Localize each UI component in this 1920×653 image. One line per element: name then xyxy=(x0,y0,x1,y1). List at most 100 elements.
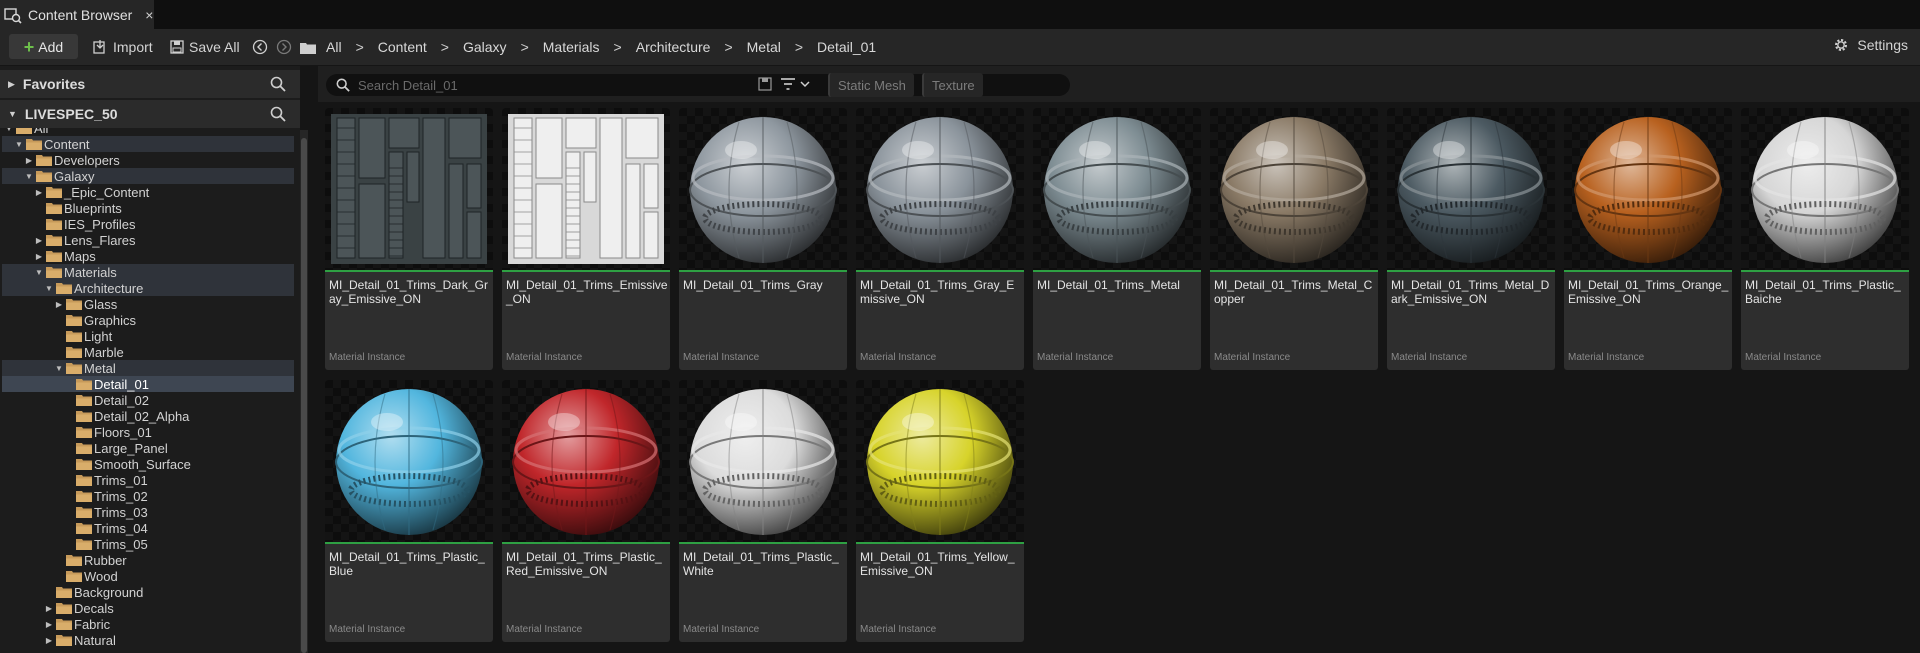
asset-tile[interactable]: MI_Detail_01_Trims_Dark_Gray_Emissive_ON… xyxy=(325,108,493,370)
asset-type-color-bar xyxy=(1033,270,1201,272)
save-search-icon[interactable] xyxy=(758,77,772,91)
tree-item-wood[interactable]: Wood xyxy=(2,568,294,584)
tree-item-decals[interactable]: ▶ Decals xyxy=(2,600,294,616)
close-icon[interactable]: × xyxy=(145,7,153,23)
tree-item-background[interactable]: Background xyxy=(2,584,294,600)
asset-tile[interactable]: MI_Detail_01_Trims_Emissive_ON Material I… xyxy=(502,108,670,370)
chevron-right-icon[interactable]: ▶ xyxy=(34,236,44,245)
tree-item-natural[interactable]: ▶ Natural xyxy=(2,632,294,648)
tree-item-trims-01[interactable]: Trims_01 xyxy=(2,472,294,488)
save-all-button[interactable]: Save All xyxy=(170,37,240,57)
tree-scrollbar-thumb[interactable] xyxy=(301,138,307,653)
import-button[interactable]: Import xyxy=(92,37,153,57)
chevron-right-icon[interactable]: > xyxy=(614,39,622,55)
asset-tile[interactable]: MI_Detail_01_Trims_Orange_Emissive_ON Mat… xyxy=(1564,108,1732,370)
search-icon[interactable] xyxy=(270,76,286,92)
chevron-right-icon[interactable]: > xyxy=(441,39,449,55)
search-icon[interactable] xyxy=(270,106,286,122)
asset-type-label: Material Instance xyxy=(329,624,406,635)
breadcrumb-item-materials[interactable]: Materials xyxy=(543,39,600,55)
chevron-right-icon[interactable]: > xyxy=(521,39,529,55)
breadcrumb-item-architecture[interactable]: Architecture xyxy=(636,39,711,55)
tree-item-rubber[interactable]: Rubber xyxy=(2,552,294,568)
asset-tile[interactable]: MI_Detail_01_Trims_Metal_Copper Material … xyxy=(1210,108,1378,370)
chevron-right-icon[interactable]: ▶ xyxy=(44,636,54,645)
tree-item-epic-content[interactable]: ▶ _Epic_Content xyxy=(2,184,294,200)
asset-name: MI_Detail_01_Trims_Metal xyxy=(1037,278,1180,292)
chevron-right-icon[interactable]: ▶ xyxy=(34,252,44,261)
chevron-down-icon[interactable]: ▼ xyxy=(34,268,44,277)
tree-item-materials[interactable]: ▼ Materials xyxy=(2,264,294,280)
asset-tile[interactable]: MI_Detail_01_Trims_Plastic_Red_Emissive_… xyxy=(502,380,670,642)
tree-item-light[interactable]: Light xyxy=(2,328,294,344)
asset-tile[interactable]: MI_Detail_01_Trims_Plastic_Blue Material … xyxy=(325,380,493,642)
breadcrumb-item-content[interactable]: Content xyxy=(378,39,427,55)
folder-icon xyxy=(56,634,74,646)
tree-item-graphics[interactable]: Graphics xyxy=(2,312,294,328)
forward-icon[interactable] xyxy=(276,39,292,55)
asset-tile[interactable]: MI_Detail_01_Trims_Metal_Dark_Emissive_O… xyxy=(1387,108,1555,370)
tree-item-trims-04[interactable]: Trims_04 xyxy=(2,520,294,536)
tree-item-trims-02[interactable]: Trims_02 xyxy=(2,488,294,504)
chevron-right-icon[interactable]: ▶ xyxy=(24,156,34,165)
tree-item-trims-05[interactable]: Trims_05 xyxy=(2,536,294,552)
tree-item-label: Trims_02 xyxy=(94,488,148,504)
chevron-right-icon[interactable]: ▶ xyxy=(34,188,44,197)
breadcrumb-item-all[interactable]: All xyxy=(326,39,342,55)
chevron-down-icon[interactable]: ▼ xyxy=(44,284,54,293)
asset-tile[interactable]: MI_Detail_01_Trims_Plastic_Baiche Materia… xyxy=(1741,108,1909,370)
chevron-down-icon[interactable]: ▼ xyxy=(54,364,64,373)
asset-tile[interactable]: MI_Detail_01_Trims_Gray_Emissive_ON Mater… xyxy=(856,108,1024,370)
chevron-down-icon[interactable]: ▼ xyxy=(24,172,34,181)
settings-button[interactable]: Settings xyxy=(1833,37,1908,53)
chevron-down-icon[interactable]: ▼ xyxy=(14,140,24,149)
tree-item-blueprints[interactable]: Blueprints xyxy=(2,200,294,216)
tree-item-ies-profiles[interactable]: IES_Profiles xyxy=(2,216,294,232)
folder-icon xyxy=(36,154,54,166)
tree-item-architecture[interactable]: ▼ Architecture xyxy=(2,280,294,296)
chevron-right-icon[interactable]: > xyxy=(724,39,732,55)
add-button[interactable]: + Add xyxy=(9,34,78,59)
folder-icon xyxy=(46,202,64,214)
chevron-down-icon[interactable] xyxy=(800,77,810,91)
tree-item-marble[interactable]: Marble xyxy=(2,344,294,360)
tree-item-galaxy[interactable]: ▼ Galaxy xyxy=(2,168,294,184)
favorites-header[interactable]: ▶ Favorites xyxy=(0,70,300,98)
chevron-right-icon[interactable]: > xyxy=(795,39,803,55)
tree-item-metal[interactable]: ▼ Metal xyxy=(2,360,294,376)
tree-item-label: Trims_04 xyxy=(94,520,148,536)
tree-item-smooth-surface[interactable]: Smooth_Surface xyxy=(2,456,294,472)
tree-item-fabric[interactable]: ▶ Fabric xyxy=(2,616,294,632)
chevron-right-icon[interactable]: ▶ xyxy=(54,300,64,309)
tree-item-detail-01[interactable]: Detail_01 xyxy=(2,376,294,392)
breadcrumb-item-galaxy[interactable]: Galaxy xyxy=(463,39,507,55)
filter-chip-static-mesh[interactable]: Static Mesh xyxy=(828,73,914,97)
material-sphere-thumbnail xyxy=(1387,108,1555,270)
tree-item-glass[interactable]: ▶ Glass xyxy=(2,296,294,312)
tree-item-lens-flares[interactable]: ▶ Lens_Flares xyxy=(2,232,294,248)
tree-item-trims-03[interactable]: Trims_03 xyxy=(2,504,294,520)
chevron-right-icon[interactable]: ▶ xyxy=(44,620,54,629)
tree-item-developers[interactable]: ▶ Developers xyxy=(2,152,294,168)
tab-content-browser[interactable]: Content Browser × xyxy=(0,0,154,29)
project-header[interactable]: ▼ LIVESPEC_50 xyxy=(0,100,300,128)
chevron-right-icon[interactable]: ▶ xyxy=(44,604,54,613)
asset-tile[interactable]: MI_Detail_01_Trims_Yellow_Emissive_ON Mat… xyxy=(856,380,1024,642)
chevron-right-icon[interactable]: > xyxy=(356,39,364,55)
filter-chip-texture[interactable]: Texture xyxy=(922,73,983,97)
asset-tile[interactable]: MI_Detail_01_Trims_Gray Material Instance xyxy=(679,108,847,370)
tree-item-all[interactable]: ▼ All xyxy=(2,128,294,136)
tree-item-content[interactable]: ▼ Content xyxy=(2,136,294,152)
tree-item-floors-01[interactable]: Floors_01 xyxy=(2,424,294,440)
tree-item-maps[interactable]: ▶ Maps xyxy=(2,248,294,264)
asset-tile[interactable]: MI_Detail_01_Trims_Metal Material Instanc… xyxy=(1033,108,1201,370)
filter-icon[interactable] xyxy=(780,77,796,91)
tree-item-detail-02[interactable]: Detail_02 xyxy=(2,392,294,408)
breadcrumb-item-metal[interactable]: Metal xyxy=(747,39,781,55)
chevron-down-icon[interactable]: ▼ xyxy=(4,128,14,133)
tree-item-detail-02-alpha[interactable]: Detail_02_Alpha xyxy=(2,408,294,424)
tree-item-large-panel[interactable]: Large_Panel xyxy=(2,440,294,456)
breadcrumb-item-detail-01[interactable]: Detail_01 xyxy=(817,39,876,55)
back-icon[interactable] xyxy=(252,39,268,55)
asset-tile[interactable]: MI_Detail_01_Trims_Plastic_White Material… xyxy=(679,380,847,642)
